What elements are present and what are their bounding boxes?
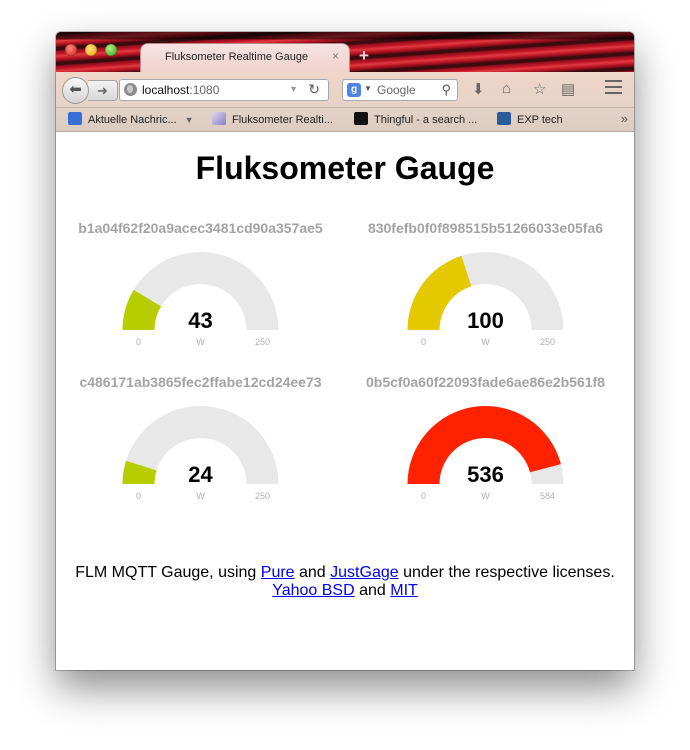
gauge-max: 250 [540,337,555,347]
gauge: b1a04f62f20a9acec3481cd90a357ae5 43 0 W 250 [58,220,343,370]
navigation-toolbar: ➜ ⬅ localhost:1080 ▼ ↻ g ▼ Google ⚲ ⬇ ⌂ … [56,72,634,108]
gauge-label: 830fefb0f0f898515b51266033e05fa6 [367,220,604,236]
gauge-svg: 24 0 W 250 [122,406,279,501]
search-engine-dropdown-icon[interactable]: ▼ [364,84,372,93]
bookmark-item[interactable]: Thingful - a search ... [354,112,477,126]
gauge-min: 0 [136,337,141,347]
search-icon[interactable]: ⚲ [441,82,451,98]
gauge-max: 250 [255,337,270,347]
bookmark-label: Fluksometer Realti... [232,114,333,126]
gauge-value: 43 [188,308,212,333]
tab-title: Fluksometer Realtime Gauge [165,51,309,63]
bookmark-item[interactable]: Fluksometer Realti... [212,112,333,126]
gauge-unit: W [196,337,205,347]
gauge-svg: 43 0 W 250 [122,252,279,347]
gauge-label: b1a04f62f20a9acec3481cd90a357ae5 [78,220,323,236]
download-icon[interactable]: ⬇ [472,80,485,98]
yahoo-bsd-link[interactable]: Yahoo BSD [272,582,354,599]
chart-icon [212,112,226,125]
tab-fluksometer[interactable]: Fluksometer Realtime Gauge × [140,43,350,72]
google-icon[interactable]: g [347,83,361,97]
bookmark-star-icon[interactable]: ☆ [533,80,546,98]
footer: FLM MQTT Gauge, using Pure and JustGage … [56,564,634,600]
back-button[interactable]: ⬅ [62,77,89,104]
rss-icon [68,112,82,125]
globe-icon [124,83,137,96]
browser-window: Fluksometer Realtime Gauge × + ➜ ⬅ local… [56,32,634,670]
exp-icon [497,112,511,125]
gauge: 0b5cf0a60f22093fade6ae86e2b561f8 536 0 W 58… [343,374,628,524]
gauge-value: 100 [467,308,504,333]
history-dropdown-icon[interactable]: ▼ [289,84,298,94]
footer-text: under the respective licenses. [398,564,615,581]
footer-text: FLM MQTT Gauge, using [75,564,261,581]
gauge-min: 0 [421,337,426,347]
gauge-max: 584 [540,491,555,501]
page-title: Fluksometer Gauge [195,150,495,186]
gauge-unit: W [196,491,205,501]
forward-button[interactable]: ➜ [88,80,118,101]
gauge-svg: 536 0 W 584 [407,406,564,501]
pure-link[interactable]: Pure [261,564,295,581]
footer-text: and [354,582,391,599]
gauge: 830fefb0f0f898515b51266033e05fa6 100 0 W 25… [343,220,628,370]
url-host: localhost [142,83,190,97]
gauge: c486171ab3865fec2ffabe12cd24ee73 24 0 W 250 [58,374,343,524]
gauge-label: c486171ab3865fec2ffabe12cd24ee73 [79,374,322,390]
bookmark-label: Aktuelle Nachric... [88,114,177,126]
reload-icon[interactable]: ↻ [308,81,320,98]
back-forward-group: ➜ ⬅ [62,77,120,104]
justgage-link[interactable]: JustGage [330,564,398,581]
titlebar: Fluksometer Realtime Gauge × + [56,32,634,72]
bookmarks-toolbar: Aktuelle Nachric... ▼ Fluksometer Realti.… [56,108,634,132]
close-window-button[interactable] [65,44,77,56]
zoom-window-button[interactable] [105,44,117,56]
mit-link[interactable]: MIT [390,582,418,599]
gauge-min: 0 [421,491,426,501]
gauge-value: 24 [188,462,213,487]
url-port: :1080 [189,83,220,97]
bookmark-item[interactable]: EXP tech [497,112,563,126]
gauge-value: 536 [467,462,504,487]
chevron-down-icon[interactable]: ▼ [185,115,194,125]
tab-close-icon[interactable]: × [332,49,339,63]
url-text[interactable]: localhost:1080 [142,83,219,97]
gauge-svg: 100 0 W 250 [407,252,564,347]
gauge-label: 0b5cf0a60f22093fade6ae86e2b561f8 [366,374,605,390]
bookmark-label: Thingful - a search ... [374,114,478,126]
home-icon[interactable]: ⌂ [502,80,511,97]
gauge-value-arc [407,255,472,330]
new-tab-button[interactable]: + [359,46,369,66]
arrow-left-icon: ⬅ [69,81,82,98]
gauge-max: 250 [255,491,270,501]
search-bar[interactable]: g ▼ Google ⚲ [342,79,458,101]
menu-icon[interactable] [605,80,622,98]
bookmark-item[interactable]: Aktuelle Nachric... ▼ [68,112,194,126]
gauge-unit: W [481,337,490,347]
bookmark-label: EXP tech [517,114,563,126]
footer-text: and [294,564,331,581]
bookmarks-menu-icon[interactable]: ▤ [561,80,575,98]
url-bar[interactable]: localhost:1080 ▼ ↻ [119,79,329,101]
page-content: Fluksometer Gauge b1a04f62f20a9acec3481c… [56,132,634,670]
minimize-window-button[interactable] [85,44,97,56]
chevron-right-icon[interactable]: » [621,111,628,126]
gauge-unit: W [481,491,490,501]
gauge-min: 0 [136,491,141,501]
search-input[interactable]: Google [377,83,416,97]
thingful-icon [354,112,368,125]
